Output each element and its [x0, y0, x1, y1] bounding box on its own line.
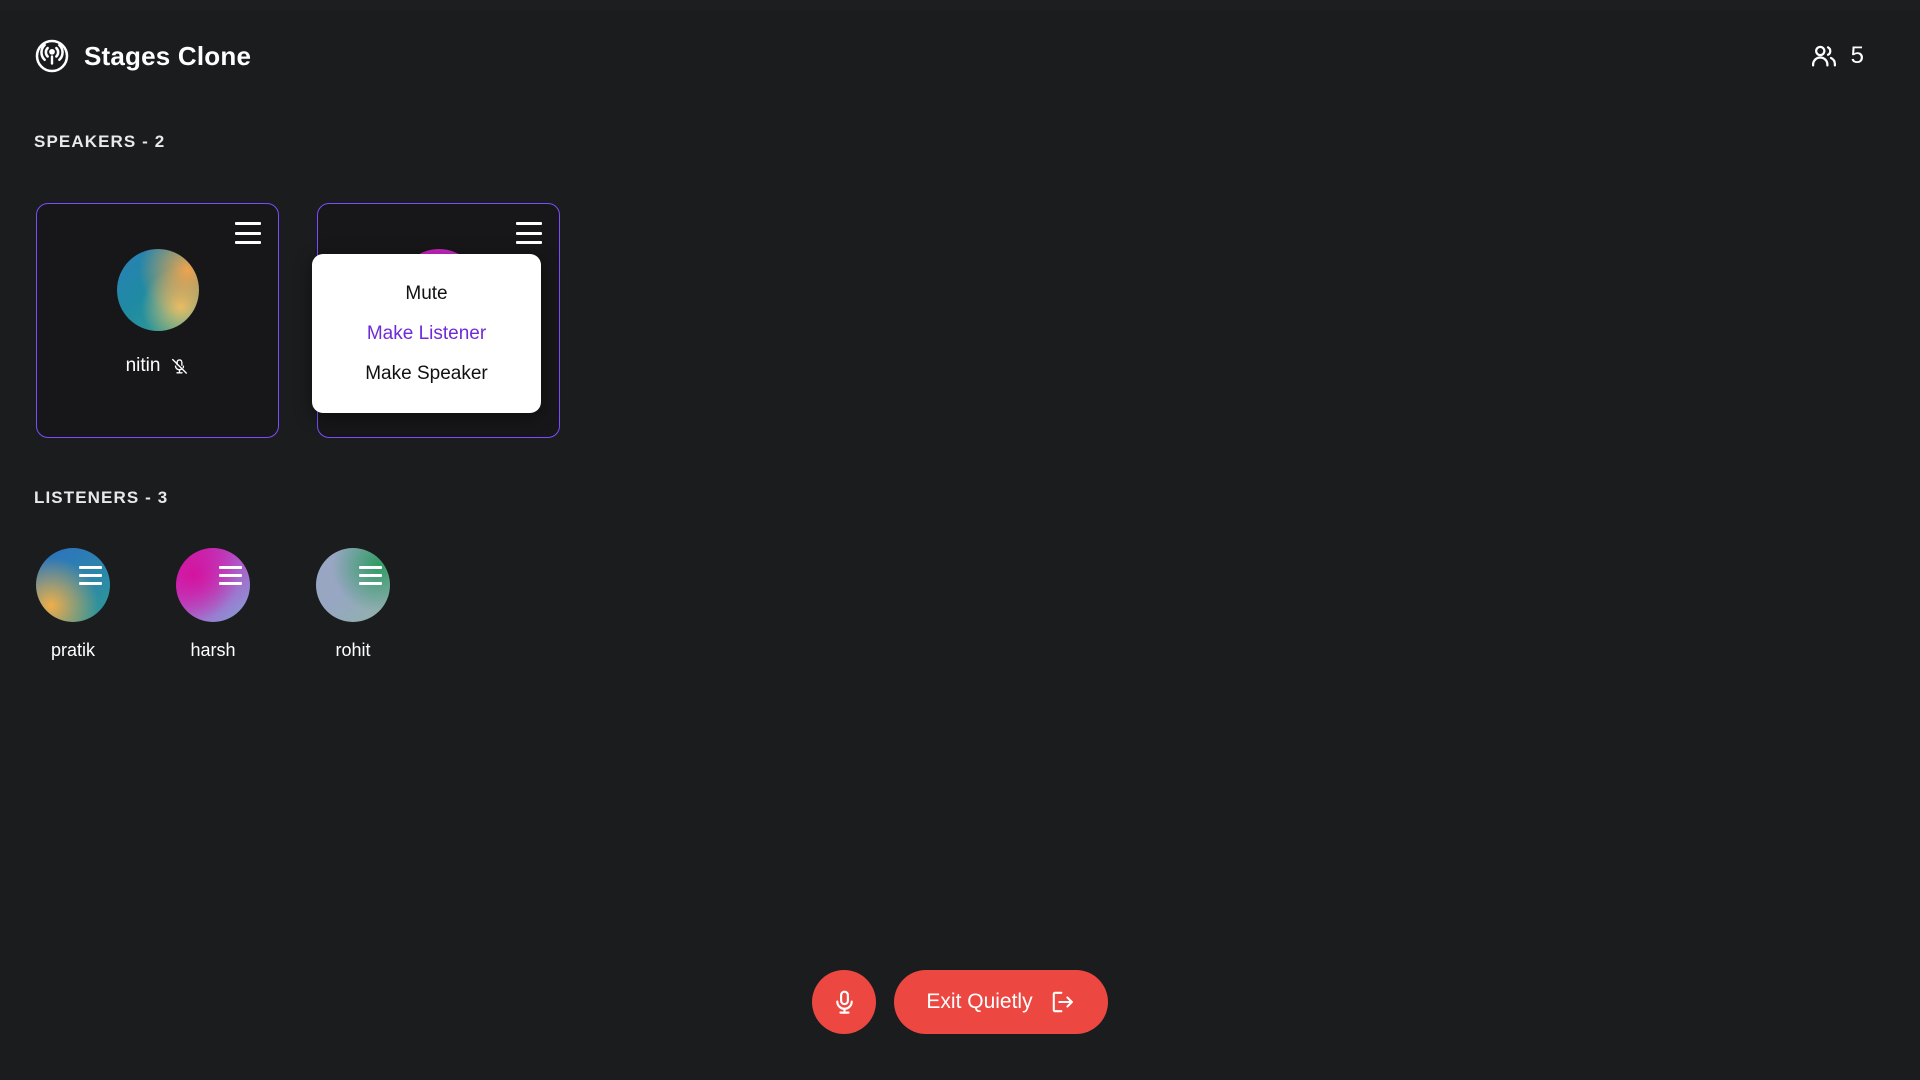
top-strip: [0, 0, 1920, 10]
participant-count-value: 5: [1850, 42, 1864, 69]
avatar: [316, 548, 390, 622]
avatar: [116, 249, 199, 331]
listener-avatar-wrap: [176, 548, 250, 622]
page-title: Stages Clone: [84, 40, 252, 71]
avatar: [36, 548, 110, 622]
app-header: Stages Clone 5: [0, 24, 1920, 88]
hamburger-menu-icon[interactable]: [235, 222, 261, 244]
listener-avatar-wrap: [36, 548, 110, 622]
listeners-section-title: LISTENERS - 3: [34, 488, 169, 507]
speakers-section-title: SPEAKERS - 2: [34, 132, 166, 151]
mic-off-icon: [172, 358, 188, 374]
listener-name: pratik: [50, 640, 95, 660]
podcast-broadcast-icon: [35, 39, 69, 73]
listener-item[interactable]: rohit: [316, 548, 390, 661]
listeners-row: pratik harsh rohit: [36, 548, 390, 661]
brand: Stages Clone: [34, 38, 251, 74]
speaker-name-row: nitin: [126, 355, 190, 377]
listener-item[interactable]: pratik: [36, 548, 110, 661]
menu-item-make-listener[interactable]: Make Listener: [312, 314, 541, 354]
logout-arrow-icon: [1052, 991, 1073, 1013]
speakers-grid: nitin Mute Make Listener Make Speaker: [36, 203, 560, 438]
participant-count: 5: [1809, 41, 1886, 71]
listener-name: rohit: [335, 640, 371, 660]
speaker-context-menu[interactable]: Mute Make Listener Make Speaker: [312, 254, 541, 413]
exit-quietly-button[interactable]: Exit Quietly: [894, 970, 1108, 1034]
hamburger-menu-icon[interactable]: [219, 566, 242, 585]
microphone-icon: [836, 990, 853, 1014]
menu-item-make-speaker[interactable]: Make Speaker: [312, 354, 541, 394]
hamburger-menu-icon[interactable]: [359, 566, 382, 585]
mic-toggle-button[interactable]: [812, 970, 877, 1034]
speaker-card[interactable]: nitin: [36, 203, 279, 438]
speaker-card[interactable]: Mute Make Listener Make Speaker: [312, 203, 560, 438]
menu-item-mute[interactable]: Mute: [312, 274, 541, 314]
listener-name: harsh: [190, 640, 236, 660]
exit-quietly-label: Exit Quietly: [926, 990, 1033, 1013]
listener-avatar-wrap: [316, 548, 390, 622]
bottom-control-bar: Exit Quietly: [0, 970, 1920, 1034]
hamburger-menu-icon[interactable]: [516, 222, 542, 244]
listener-item[interactable]: harsh: [176, 548, 250, 661]
avatar: [176, 548, 250, 622]
people-group-icon: [1811, 45, 1836, 67]
speaker-name: nitin: [125, 355, 161, 376]
hamburger-menu-icon[interactable]: [79, 566, 102, 585]
